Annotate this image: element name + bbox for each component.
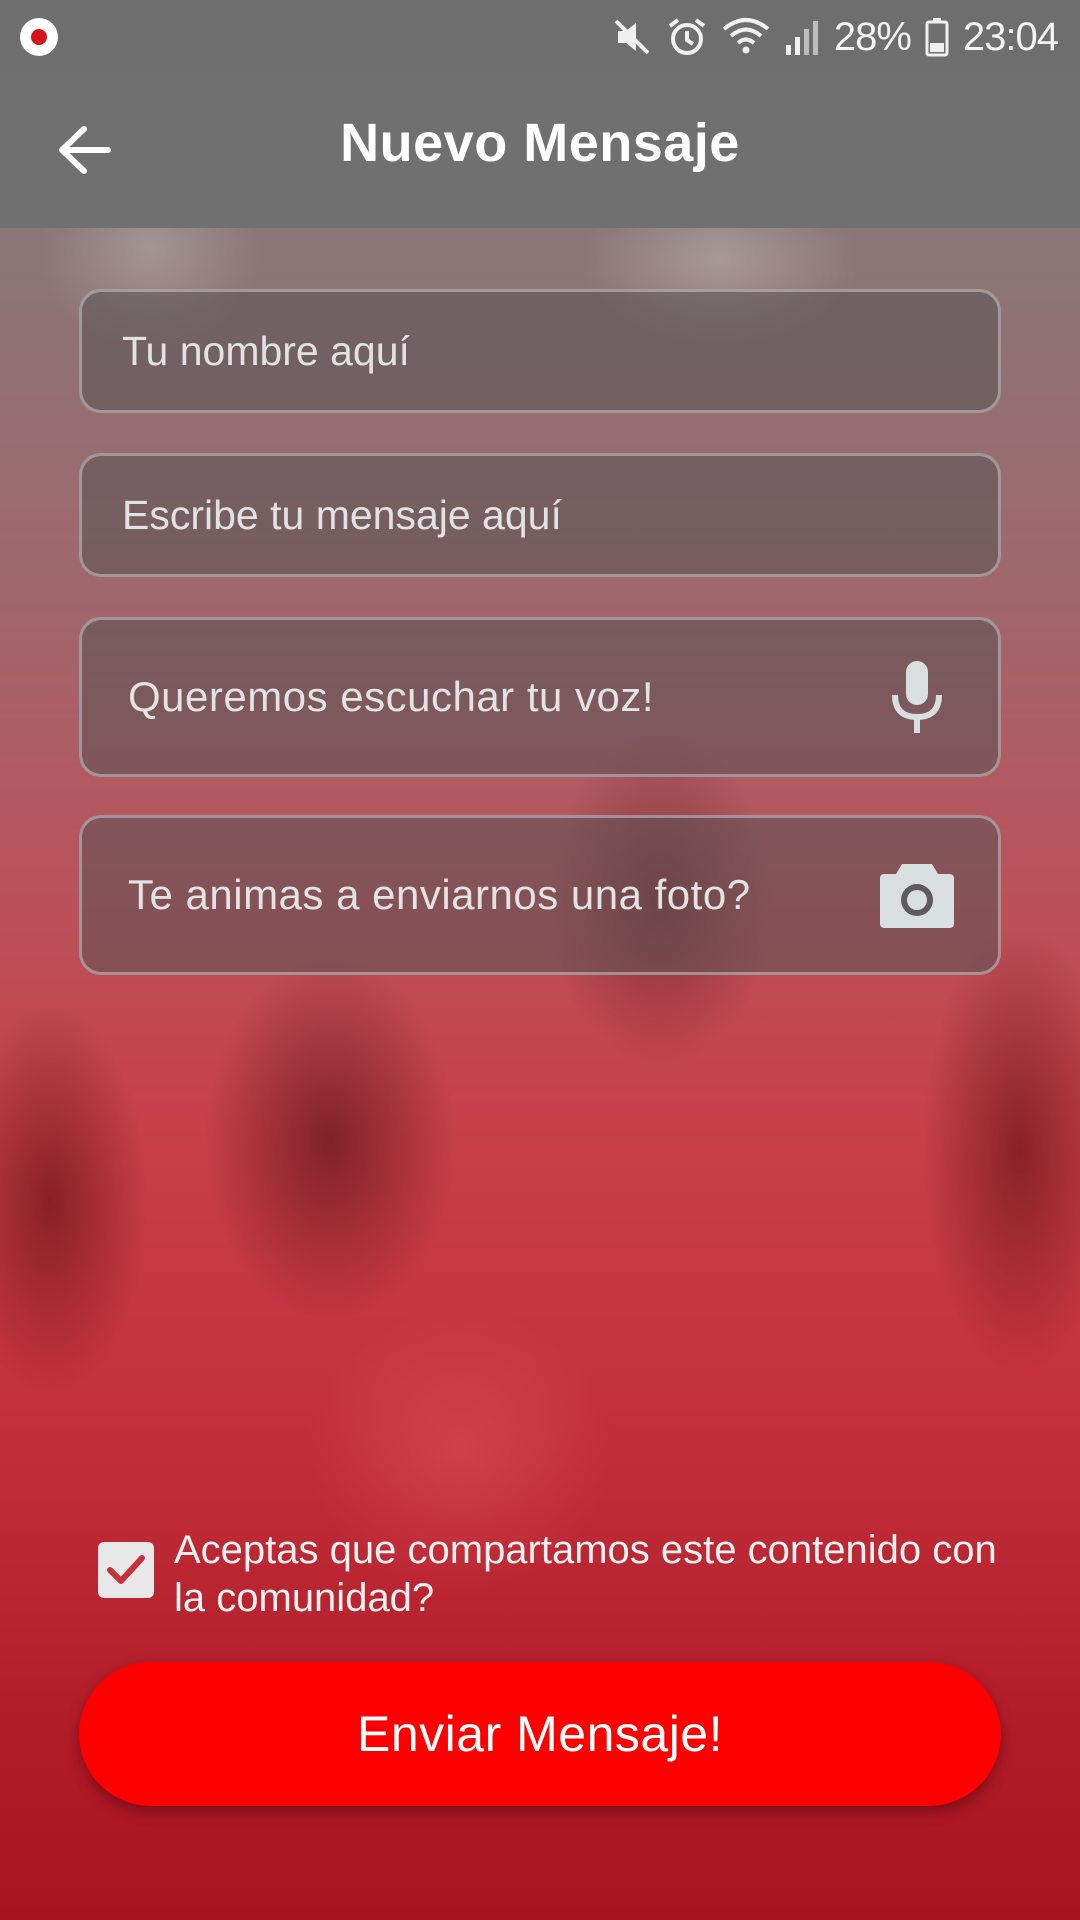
voice-field[interactable]: Queremos escuchar tu voz! bbox=[79, 617, 1001, 777]
checkmark-icon bbox=[107, 1555, 145, 1584]
message-field[interactable] bbox=[79, 453, 1001, 577]
consent-row: Aceptas que compartamos este contenido c… bbox=[98, 1526, 998, 1622]
page-title: Nuevo Mensaje bbox=[340, 113, 740, 173]
signal-icon bbox=[785, 21, 818, 55]
mute-icon bbox=[614, 19, 650, 55]
status-icons: 28% 23:04 bbox=[612, 10, 1059, 64]
battery-icon bbox=[925, 18, 949, 57]
name-field[interactable] bbox=[79, 289, 1001, 413]
status-bar: 28% 23:04 bbox=[0, 0, 1080, 72]
message-input[interactable] bbox=[82, 456, 998, 574]
photo-field[interactable]: Te animas a enviarnos una foto? bbox=[79, 815, 1001, 975]
microphone-icon bbox=[892, 661, 942, 733]
app-bar: Nuevo Mensaje bbox=[0, 72, 1080, 228]
wifi-icon bbox=[722, 18, 770, 54]
photo-label: Te animas a enviarnos una foto? bbox=[128, 871, 751, 918]
app-logo-icon bbox=[20, 18, 58, 56]
battery-percent: 28% bbox=[833, 14, 912, 59]
name-input[interactable] bbox=[82, 292, 998, 410]
camera-icon bbox=[880, 864, 954, 928]
consent-checkbox[interactable] bbox=[98, 1542, 154, 1598]
alarm-icon bbox=[668, 18, 706, 55]
send-message-button[interactable]: Enviar Mensaje! bbox=[79, 1662, 1001, 1806]
clock: 23:04 bbox=[962, 14, 1059, 59]
microphone-button[interactable] bbox=[872, 652, 962, 742]
camera-button[interactable] bbox=[872, 850, 962, 940]
voice-label: Queremos escuchar tu voz! bbox=[128, 673, 655, 720]
consent-text: Aceptas que compartamos este contenido c… bbox=[174, 1528, 997, 1620]
